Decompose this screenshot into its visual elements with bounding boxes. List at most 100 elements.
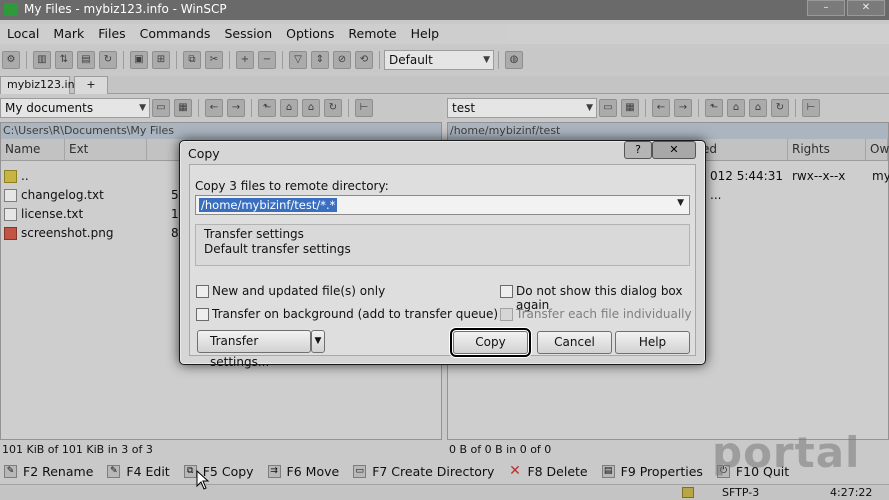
col-rights[interactable]: Rights bbox=[788, 139, 866, 160]
f6-move-button[interactable]: ⇉ F6 Move bbox=[267, 464, 339, 479]
forward-icon[interactable]: → bbox=[674, 99, 692, 117]
table-row[interactable]: .. bbox=[1, 167, 171, 186]
clear-selection-icon[interactable]: ⊘ bbox=[333, 51, 351, 69]
f8-delete-button[interactable]: ✕ F8 Delete bbox=[508, 464, 588, 479]
background-checkbox[interactable] bbox=[196, 308, 209, 321]
transfer-settings-button[interactable]: Transfer settings... bbox=[197, 330, 311, 369]
invert-icon[interactable]: ⇕ bbox=[311, 51, 329, 69]
globe-icon[interactable]: ◍ bbox=[505, 51, 523, 69]
background-label: Transfer on background (add to transfer … bbox=[212, 307, 499, 321]
folder-icon: ▭ bbox=[353, 464, 367, 478]
col-changed[interactable]: ed bbox=[698, 139, 788, 160]
terminal-icon[interactable]: ▣ bbox=[130, 51, 148, 69]
filter-icon[interactable]: ▽ bbox=[289, 51, 307, 69]
parent-dir-icon[interactable]: ⬑ bbox=[258, 99, 276, 117]
menu-files[interactable]: Files bbox=[91, 24, 132, 44]
right-location-select[interactable]: test ▼ bbox=[447, 98, 597, 118]
table-row[interactable]: changelog.txt 5, bbox=[1, 186, 182, 205]
queue-icon[interactable]: ▤ bbox=[77, 51, 95, 69]
root-dir-icon[interactable]: ⌂ bbox=[727, 99, 745, 117]
file-rights: rwx--x--x bbox=[792, 169, 846, 183]
window-titlebar: My Files - mybiz123.info - WinSCP – ✕ bbox=[0, 0, 889, 20]
tree-icon[interactable]: ⊢ bbox=[802, 99, 820, 117]
f4-edit-button[interactable]: ✎ F4 Edit bbox=[107, 464, 170, 479]
forward-icon[interactable]: → bbox=[227, 99, 245, 117]
transfer-settings-dropdown-button[interactable]: ▼ bbox=[311, 330, 325, 353]
target-dir-combo[interactable]: /home/mybizinf/test/*.* ▼ bbox=[195, 195, 690, 215]
file-owner: my bbox=[872, 169, 889, 183]
open-folder-icon[interactable]: ▭ bbox=[152, 99, 170, 117]
tab-session[interactable]: mybiz123.info bbox=[0, 76, 85, 94]
table-row[interactable]: license.txt 16, bbox=[1, 205, 190, 224]
properties-icon: ▤ bbox=[601, 464, 615, 478]
preferences-gear-icon[interactable]: ⚙ bbox=[2, 51, 20, 69]
transfer-profile-select[interactable]: Default ▼ bbox=[384, 50, 494, 70]
menu-commands[interactable]: Commands bbox=[133, 24, 218, 44]
cancel-button[interactable]: Cancel bbox=[537, 331, 612, 354]
synchronize-icon[interactable]: ⇅ bbox=[55, 51, 73, 69]
tree-icon[interactable]: ⊢ bbox=[355, 99, 373, 117]
edit-icon: ✎ bbox=[107, 464, 121, 478]
sessions-icon[interactable]: ⧉ bbox=[183, 51, 201, 69]
menu-options[interactable]: Options bbox=[279, 24, 341, 44]
f7-create-directory-button[interactable]: ▭ F7 Create Directory bbox=[353, 464, 494, 479]
right-location-toolbar: test ▼ ▭ ▦ ← → ⬑ ⌂ ⌂ ↻ ⊢ bbox=[447, 96, 889, 120]
menu-remote[interactable]: Remote bbox=[341, 24, 403, 44]
menu-session[interactable]: Session bbox=[217, 24, 279, 44]
chevron-down-icon: ▼ bbox=[586, 103, 593, 113]
open-folder-icon[interactable]: ▭ bbox=[599, 99, 617, 117]
copy-button[interactable]: Copy bbox=[450, 328, 531, 357]
disconnect-icon[interactable]: ✂ bbox=[205, 51, 223, 69]
menu-local[interactable]: Local bbox=[0, 24, 46, 44]
transfer-profile-value: Default bbox=[389, 53, 433, 67]
filter-folder-icon[interactable]: ▦ bbox=[621, 99, 639, 117]
f5-copy-button[interactable]: ⧉ F5 Copy bbox=[183, 464, 254, 479]
target-dir-input[interactable]: /home/mybizinf/test/*.* bbox=[199, 198, 338, 212]
close-window-icon[interactable]: ✕ bbox=[847, 0, 885, 16]
copy-icon: ⧉ bbox=[183, 464, 197, 478]
file-name: .. bbox=[21, 169, 29, 183]
select-plus-icon[interactable]: + bbox=[236, 51, 254, 69]
restore-selection-icon[interactable]: ⟲ bbox=[355, 51, 373, 69]
window-title: My Files - mybiz123.info - WinSCP bbox=[24, 2, 227, 16]
minimize-icon[interactable]: – bbox=[807, 0, 845, 16]
col-ext[interactable]: Ext bbox=[65, 139, 147, 160]
no-show-checkbox[interactable] bbox=[500, 285, 513, 298]
chevron-down-icon[interactable]: ▼ bbox=[677, 198, 684, 208]
menu-mark[interactable]: Mark bbox=[46, 24, 91, 44]
f2-rename-button[interactable]: ✎ F2 Rename bbox=[4, 464, 93, 479]
select-minus-icon[interactable]: − bbox=[258, 51, 276, 69]
left-location-select[interactable]: My documents ▼ bbox=[0, 98, 150, 118]
f9-properties-button[interactable]: ▤ F9 Properties bbox=[601, 464, 703, 479]
image-file-icon bbox=[4, 227, 17, 240]
refresh-icon[interactable]: ↻ bbox=[771, 99, 789, 117]
new-updated-label: New and updated file(s) only bbox=[212, 284, 386, 298]
home-icon[interactable]: ⌂ bbox=[749, 99, 767, 117]
dialog-title: Copy bbox=[188, 146, 220, 161]
back-icon[interactable]: ← bbox=[205, 99, 223, 117]
putty-icon[interactable]: ⊞ bbox=[152, 51, 170, 69]
compare-icon[interactable]: ▥ bbox=[33, 51, 51, 69]
table-row[interactable]: 012 5:44:31 ... rwx--x--x my bbox=[710, 167, 889, 202]
col-owner[interactable]: Ow bbox=[866, 139, 889, 160]
new-tab-button[interactable]: + bbox=[74, 76, 108, 94]
home-icon[interactable]: ⌂ bbox=[302, 99, 320, 117]
file-name: license.txt bbox=[21, 207, 84, 221]
refresh-icon[interactable]: ↻ bbox=[324, 99, 342, 117]
parent-dir-icon[interactable]: ⬑ bbox=[705, 99, 723, 117]
dialog-close-icon[interactable]: ✕ bbox=[652, 141, 696, 159]
root-dir-icon[interactable]: ⌂ bbox=[280, 99, 298, 117]
menu-help[interactable]: Help bbox=[404, 24, 447, 44]
filter-folder-icon[interactable]: ▦ bbox=[174, 99, 192, 117]
help-button[interactable]: Help bbox=[615, 331, 690, 354]
back-icon[interactable]: ← bbox=[652, 99, 670, 117]
new-updated-checkbox[interactable] bbox=[196, 285, 209, 298]
file-name: changelog.txt bbox=[21, 188, 104, 202]
dialog-help-icon[interactable]: ? bbox=[624, 141, 652, 159]
refresh-icon[interactable]: ↻ bbox=[99, 51, 117, 69]
col-name[interactable]: Name bbox=[1, 139, 65, 160]
menu-bar: Local Mark Files Commands Session Option… bbox=[0, 24, 889, 44]
move-icon: ⇉ bbox=[267, 464, 281, 478]
watermark-text: portal bbox=[712, 428, 861, 477]
table-row[interactable]: screenshot.png 82, bbox=[1, 224, 190, 243]
